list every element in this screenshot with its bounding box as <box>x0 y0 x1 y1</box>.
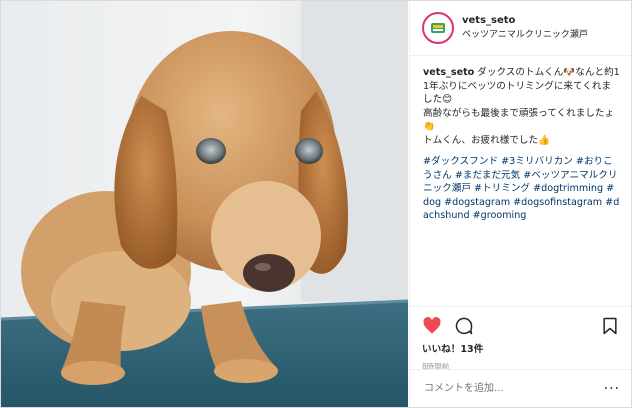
more-icon[interactable]: ··· <box>604 381 620 397</box>
clinic-logo-icon <box>426 16 450 40</box>
post-header: vets_seto ベッツアニマルクリニック瀬戸 <box>410 1 631 56</box>
dog-photo <box>1 1 408 407</box>
post-side-panel: vets_seto ベッツアニマルクリニック瀬戸 vets_seto ダックスの… <box>409 1 631 407</box>
location-link[interactable]: ベッツアニマルクリニック瀬戸 <box>462 28 588 42</box>
post-modal: vets_seto ベッツアニマルクリニック瀬戸 vets_seto ダックスの… <box>0 0 632 408</box>
avatar[interactable] <box>422 12 454 44</box>
comment-box: ··· <box>410 369 631 407</box>
post-photo[interactable] <box>1 1 408 407</box>
caption-text: ダックスのトムくん🐶なんと約11年ぶりにベッツのトリミングに来てくれました😊 高… <box>423 67 620 146</box>
comment-input[interactable] <box>422 382 596 395</box>
bookmark-icon[interactable] <box>600 316 620 336</box>
caption: vets_seto ダックスのトムくん🐶なんと約11年ぶりにベッツのトリミングに… <box>410 56 631 223</box>
likes-count[interactable]: いいね！13件 <box>422 341 620 355</box>
action-bar: いいね！13件 8時間前 <box>410 306 631 372</box>
hashtags[interactable]: #ダックスフンド #3ミリバリカン #おりこうさん #まだまだ元気 #ベッツアニ… <box>423 155 620 223</box>
heart-icon[interactable] <box>422 316 442 336</box>
caption-username[interactable]: vets_seto <box>423 67 474 78</box>
username-link[interactable]: vets_seto <box>462 14 588 28</box>
comment-icon[interactable] <box>454 316 474 336</box>
